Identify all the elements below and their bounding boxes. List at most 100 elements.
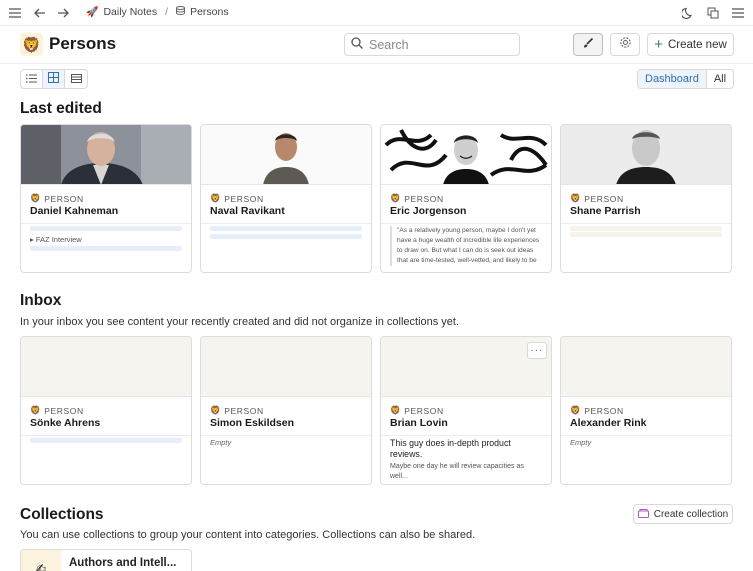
person-card[interactable]: 🦁 PERSON Simon Eskildsen Empty — [200, 336, 372, 485]
card-divider — [201, 435, 371, 436]
card-title: Brian Lovin — [390, 417, 448, 429]
create-new-button[interactable]: + Create new — [647, 33, 734, 56]
card-type: 🦁 PERSON — [570, 405, 624, 416]
list-view-icon — [26, 70, 37, 88]
collections-title: Collections — [20, 506, 104, 523]
last-edited-title: Last edited — [20, 100, 102, 117]
collection-icon — [637, 508, 649, 521]
view-switcher — [20, 69, 88, 89]
placeholder-bar — [30, 438, 182, 443]
lion-icon: 🦁 — [570, 193, 582, 203]
person-card[interactable]: 🦁 PERSON Sönke Ahrens — [20, 336, 192, 485]
table-view-icon — [70, 70, 82, 88]
card-type: 🦁 PERSON — [390, 405, 444, 416]
search-box[interactable] — [344, 33, 520, 56]
placeholder-bar — [30, 226, 182, 231]
scope-switcher: Dashboard All — [637, 69, 735, 89]
card-description: This guy does in-depth product reviews. — [390, 438, 511, 459]
sidebar-menu-icon[interactable] — [729, 4, 747, 22]
person-card[interactable]: 🦁 PERSON Shane Parrish — [560, 124, 732, 273]
person-photo — [201, 125, 371, 185]
ellipsis-icon: ··· — [530, 345, 544, 356]
lion-icon: 🦁 — [30, 193, 42, 203]
card-type: 🦁 PERSON — [30, 193, 84, 204]
forward-arrow-icon[interactable] — [54, 4, 72, 22]
lion-icon: 🦁 — [210, 193, 222, 203]
lion-icon: 🦁 — [210, 405, 222, 415]
person-card[interactable]: 🦁 PERSON Eric Jorgenson "As a relatively… — [380, 124, 552, 273]
persons-logo-icon: 🦁 — [20, 33, 43, 56]
lion-icon: 🦁 — [570, 405, 582, 415]
person-card[interactable]: 🦁 PERSON Naval Ravikant — [200, 124, 372, 273]
person-photo-placeholder — [21, 337, 191, 397]
placeholder-bar — [30, 246, 182, 251]
style-brush-button[interactable] — [573, 33, 603, 56]
card-divider — [561, 435, 731, 436]
back-arrow-icon[interactable] — [31, 4, 49, 22]
breadcrumb: 🚀 Daily Notes / Persons — [86, 6, 229, 18]
card-title: Simon Eskildsen — [210, 417, 295, 429]
person-photo — [381, 125, 551, 185]
dark-mode-icon[interactable] — [679, 4, 697, 22]
rocket-icon: 🚀 — [86, 6, 99, 18]
card-type: 🦁 PERSON — [570, 193, 624, 204]
breadcrumb-separator: / — [165, 6, 169, 18]
create-collection-button[interactable]: Create collection — [633, 504, 733, 524]
table-view-button[interactable] — [65, 70, 87, 88]
collection-name: Authors and Intell... — [69, 557, 177, 569]
card-quote: "As a relatively young person, maybe I d… — [390, 226, 542, 266]
card-divider — [201, 223, 371, 224]
card-divider — [561, 223, 731, 224]
person-card[interactable]: 🦁 PERSON Daniel Kahneman ▸ FAZ Interview — [20, 124, 192, 273]
lion-icon: 🦁 — [390, 405, 402, 415]
person-photo — [21, 125, 191, 185]
page-title: Persons — [49, 34, 117, 53]
grid-view-icon — [48, 70, 59, 88]
card-description-detail: Maybe one day he will review capacities … — [390, 463, 524, 480]
lion-icon: 🦁 — [390, 193, 402, 203]
writing-hand-icon: ✍ — [21, 550, 61, 571]
top-bar: 🚀 Daily Notes / Persons — [0, 0, 753, 26]
person-card[interactable]: 🦁 PERSON Alexander Rink Empty — [560, 336, 732, 485]
linked-note[interactable]: ▸ FAZ Interview — [30, 235, 82, 244]
copy-window-icon[interactable] — [704, 4, 722, 22]
card-title: Daniel Kahneman — [30, 205, 119, 217]
placeholder-bar — [210, 234, 362, 239]
placeholder-bar — [210, 226, 362, 231]
card-type: 🦁 PERSON — [210, 193, 264, 204]
all-tab[interactable]: All — [707, 70, 733, 88]
card-divider — [381, 223, 551, 224]
breadcrumb-item-persons[interactable]: Persons — [176, 6, 229, 18]
header-divider — [0, 63, 753, 64]
card-title: Shane Parrish — [570, 205, 641, 217]
gear-icon — [619, 36, 632, 54]
more-options-button[interactable]: ··· — [527, 342, 547, 359]
placeholder-bar — [570, 226, 722, 231]
card-divider — [381, 435, 551, 436]
empty-label: Empty — [570, 438, 592, 447]
collection-card[interactable]: ✍ Authors and Intell... — [20, 549, 192, 571]
card-divider — [21, 435, 191, 436]
dashboard-tab[interactable]: Dashboard — [638, 70, 707, 88]
inbox-title: Inbox — [20, 292, 62, 309]
person-photo — [561, 125, 731, 185]
search-input[interactable] — [369, 37, 509, 52]
inbox-subtitle: In your inbox you see content your recen… — [20, 316, 460, 328]
search-icon — [351, 36, 363, 54]
lion-icon: 🦁 — [30, 405, 42, 415]
empty-label: Empty — [210, 438, 232, 447]
settings-button[interactable] — [610, 33, 640, 56]
collections-subtitle: You can use collections to group your co… — [20, 529, 476, 541]
plus-icon: + — [654, 36, 663, 53]
placeholder-bar — [570, 232, 722, 237]
breadcrumb-item-daily-notes[interactable]: 🚀 Daily Notes — [86, 6, 157, 18]
person-card[interactable]: ··· 🦁 PERSON Brian Lovin This guy does i… — [380, 336, 552, 485]
grid-view-button[interactable] — [43, 70, 65, 88]
card-type: 🦁 PERSON — [390, 193, 444, 204]
menu-icon[interactable] — [6, 4, 24, 22]
card-title: Eric Jorgenson — [390, 205, 467, 217]
card-type: 🦁 PERSON — [30, 405, 84, 416]
person-photo-placeholder — [201, 337, 371, 397]
person-photo-placeholder: ··· — [381, 337, 551, 397]
list-view-button[interactable] — [21, 70, 43, 88]
